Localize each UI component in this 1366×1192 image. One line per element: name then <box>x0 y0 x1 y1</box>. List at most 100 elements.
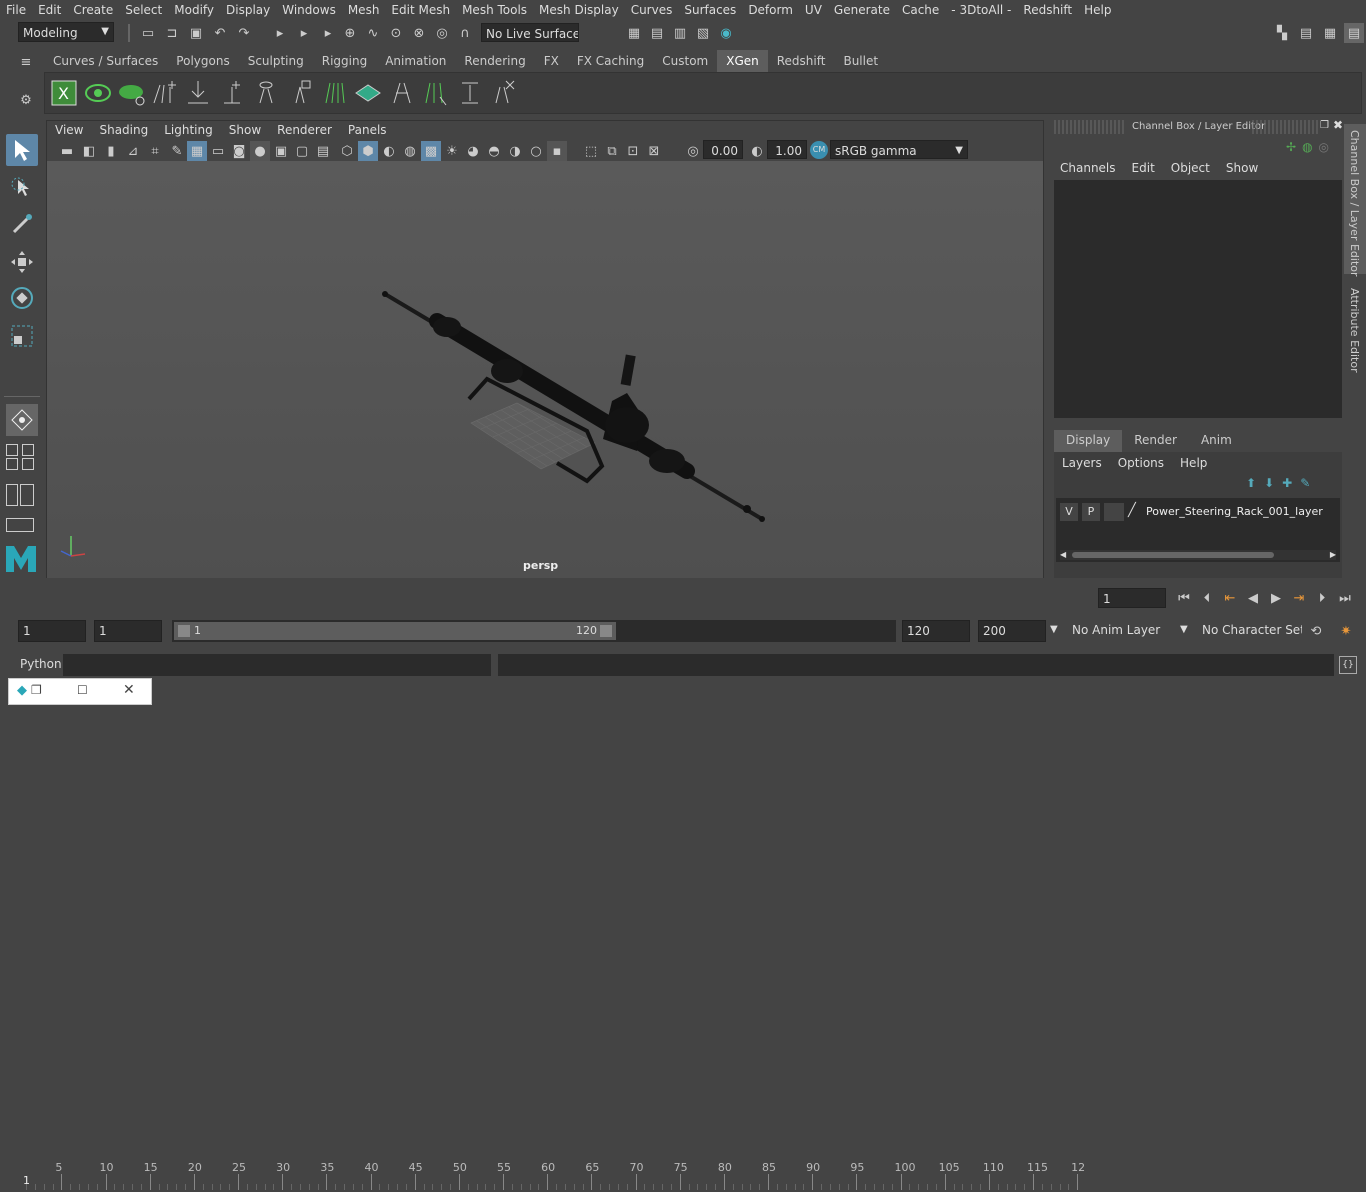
menu-item[interactable]: Help <box>1078 3 1117 17</box>
scale-tool-icon[interactable] <box>6 320 38 352</box>
arrow-right-icon[interactable]: ▸ <box>294 23 314 43</box>
grid-toggle-icon[interactable]: ⌗ <box>145 141 165 161</box>
gear-icon[interactable]: ⚙ <box>16 90 36 110</box>
gamma-field[interactable]: 1.00 <box>767 140 807 159</box>
move-layer-up-icon[interactable]: ⬆ <box>1246 476 1256 490</box>
xgen-sculpt-icon[interactable] <box>421 78 451 108</box>
menu-item[interactable]: Select <box>119 3 168 17</box>
arrow-right-icon[interactable]: ▸ <box>270 23 290 43</box>
layer-menu-item[interactable]: Options <box>1110 456 1172 470</box>
modeling-toolkit-icon[interactable]: ▚ <box>1272 23 1292 43</box>
animation-prefs-icon[interactable]: ✷ <box>1336 621 1356 641</box>
wireframe-on-shaded-icon[interactable]: ◐ <box>379 141 399 161</box>
play-backwards-icon[interactable]: ◀ <box>1243 588 1263 608</box>
move-tool-icon[interactable] <box>6 246 38 278</box>
menu-item[interactable]: UV <box>799 3 828 17</box>
xgen-leaf-icon[interactable] <box>117 78 147 108</box>
play-forwards-icon[interactable]: ▶ <box>1266 588 1286 608</box>
exposure-icon[interactable]: ◎ <box>683 141 703 161</box>
outliner-layout-icon[interactable] <box>6 484 18 506</box>
go-to-end-icon[interactable]: ⏭ <box>1335 588 1355 608</box>
xgen-cut-icon[interactable] <box>489 78 519 108</box>
maximize-icon[interactable]: ☐ <box>77 683 88 697</box>
shadows-icon[interactable]: ◕ <box>463 141 483 161</box>
layer-tab[interactable]: Render <box>1122 430 1189 452</box>
bookmark-icon[interactable]: ▮ <box>101 141 121 161</box>
snap-point-icon[interactable]: ⊙ <box>386 23 406 43</box>
arrow-right-icon[interactable]: ▸ <box>318 23 338 43</box>
open-scene-icon[interactable]: ⊐ <box>162 23 182 43</box>
close-icon[interactable]: ✖ <box>1333 118 1343 132</box>
layer-name[interactable]: Power_Steering_Rack_001_layer <box>1146 505 1323 518</box>
snap-grid-icon[interactable]: ⊕ <box>340 23 360 43</box>
camera-icon[interactable]: ▬ <box>57 141 77 161</box>
layer-display-type[interactable] <box>1104 503 1124 521</box>
float-panel-icon[interactable]: ❐ <box>1320 120 1329 131</box>
layer-menu-item[interactable]: Layers <box>1054 456 1110 470</box>
tool-settings-icon[interactable]: ▦ <box>1320 23 1340 43</box>
redo-icon[interactable]: ↷ <box>234 23 254 43</box>
chevron-down-icon[interactable]: ▼ <box>1050 624 1058 635</box>
shelf-tab[interactable]: Sculpting <box>239 50 313 72</box>
image-plane-icon[interactable]: ⊿ <box>123 141 143 161</box>
playback-end-field[interactable]: 120 <box>902 620 970 642</box>
arrow-left-icon[interactable]: ◀ <box>1060 550 1066 559</box>
menu-item[interactable]: Redshift <box>1017 3 1078 17</box>
grid-icon[interactable]: ▦ <box>187 141 207 161</box>
layout-two-icon[interactable] <box>22 444 34 456</box>
xgen-select-guide-icon[interactable] <box>251 78 281 108</box>
viewport-menu-item[interactable]: Panels <box>340 123 395 137</box>
new-scene-icon[interactable]: ▭ <box>138 23 158 43</box>
shelf-tab[interactable]: Curves / Surfaces <box>44 50 167 72</box>
rotate-tool-icon[interactable] <box>6 282 38 314</box>
gamma-icon[interactable]: ◐ <box>747 141 767 161</box>
timeline-ruler[interactable]: 5 10 15 20 25 30 35 40 45 50 55 60 65 70 75 80 85 90 95 100… <box>18 1160 1090 1192</box>
layer-tab[interactable]: Display <box>1054 430 1123 452</box>
step-forward-key-icon[interactable]: ⇥ <box>1289 588 1309 608</box>
channel-box-menu-item[interactable]: Object <box>1161 161 1216 175</box>
channel-box-menu-item[interactable]: Edit <box>1122 161 1161 175</box>
layout-four-icon[interactable] <box>6 458 18 470</box>
menu-item[interactable]: Create <box>67 3 119 17</box>
layer-color-icon[interactable]: ╱ <box>1128 503 1136 518</box>
undo-icon[interactable]: ↶ <box>210 23 230 43</box>
shelf-tab[interactable]: Polygons <box>167 50 238 72</box>
paint-select-icon[interactable] <box>6 208 38 240</box>
exposure-field[interactable]: 0.00 <box>703 140 743 159</box>
range-end-handle[interactable] <box>600 625 612 637</box>
persp-layout-icon[interactable] <box>20 484 34 506</box>
attribute-editor-icon[interactable]: ▤ <box>1296 23 1316 43</box>
menu-item[interactable]: Curves <box>625 3 679 17</box>
menu-item[interactable]: Mesh <box>342 3 386 17</box>
graph-layout-icon[interactable] <box>6 518 34 532</box>
hyper-icon[interactable]: ◎ <box>1319 140 1329 154</box>
playback-start-field[interactable]: 1 <box>94 620 162 642</box>
channel-box-menu-item[interactable]: Channels <box>1050 161 1122 175</box>
step-back-key-icon[interactable]: ⇤ <box>1220 588 1240 608</box>
resolution-gate-icon[interactable]: ◙ <box>229 141 249 161</box>
viewport-menu-item[interactable]: Shading <box>91 123 156 137</box>
last-tool-icon[interactable] <box>6 404 38 436</box>
menu-item[interactable]: Display <box>220 3 276 17</box>
menu-item[interactable]: File <box>0 3 32 17</box>
channel-list[interactable] <box>1054 180 1342 418</box>
shelf-tab[interactable]: FX <box>535 50 568 72</box>
speed-icon[interactable]: ◍ <box>1302 140 1312 154</box>
layout-single-icon[interactable] <box>6 444 18 456</box>
shelf-tab[interactable]: Bullet <box>834 50 887 72</box>
safe-action-icon[interactable]: ▢ <box>292 141 312 161</box>
layer-visibility-toggle[interactable]: V <box>1060 503 1078 521</box>
character-set-dropdown[interactable]: No Character Set <box>1198 620 1302 642</box>
current-frame-field[interactable]: 1 <box>1098 588 1166 608</box>
select-tool-icon[interactable] <box>6 134 38 166</box>
menu-item[interactable]: Modify <box>168 3 220 17</box>
menu-item[interactable]: Generate <box>828 3 896 17</box>
xgen-preview-icon[interactable] <box>83 78 113 108</box>
xgen-add-guide-icon[interactable] <box>149 78 179 108</box>
layer-row[interactable]: V P ╱ Power_Steering_Rack_001_layer <box>1058 502 1338 522</box>
channel-box-menu-item[interactable]: Show <box>1216 161 1264 175</box>
shelf-tab[interactable]: Rendering <box>455 50 534 72</box>
chevron-down-icon[interactable]: ▼ <box>1180 624 1188 635</box>
magnet-icon[interactable]: ∩ <box>455 23 475 43</box>
tab-attribute-editor[interactable]: Attribute Editor <box>1344 284 1366 374</box>
